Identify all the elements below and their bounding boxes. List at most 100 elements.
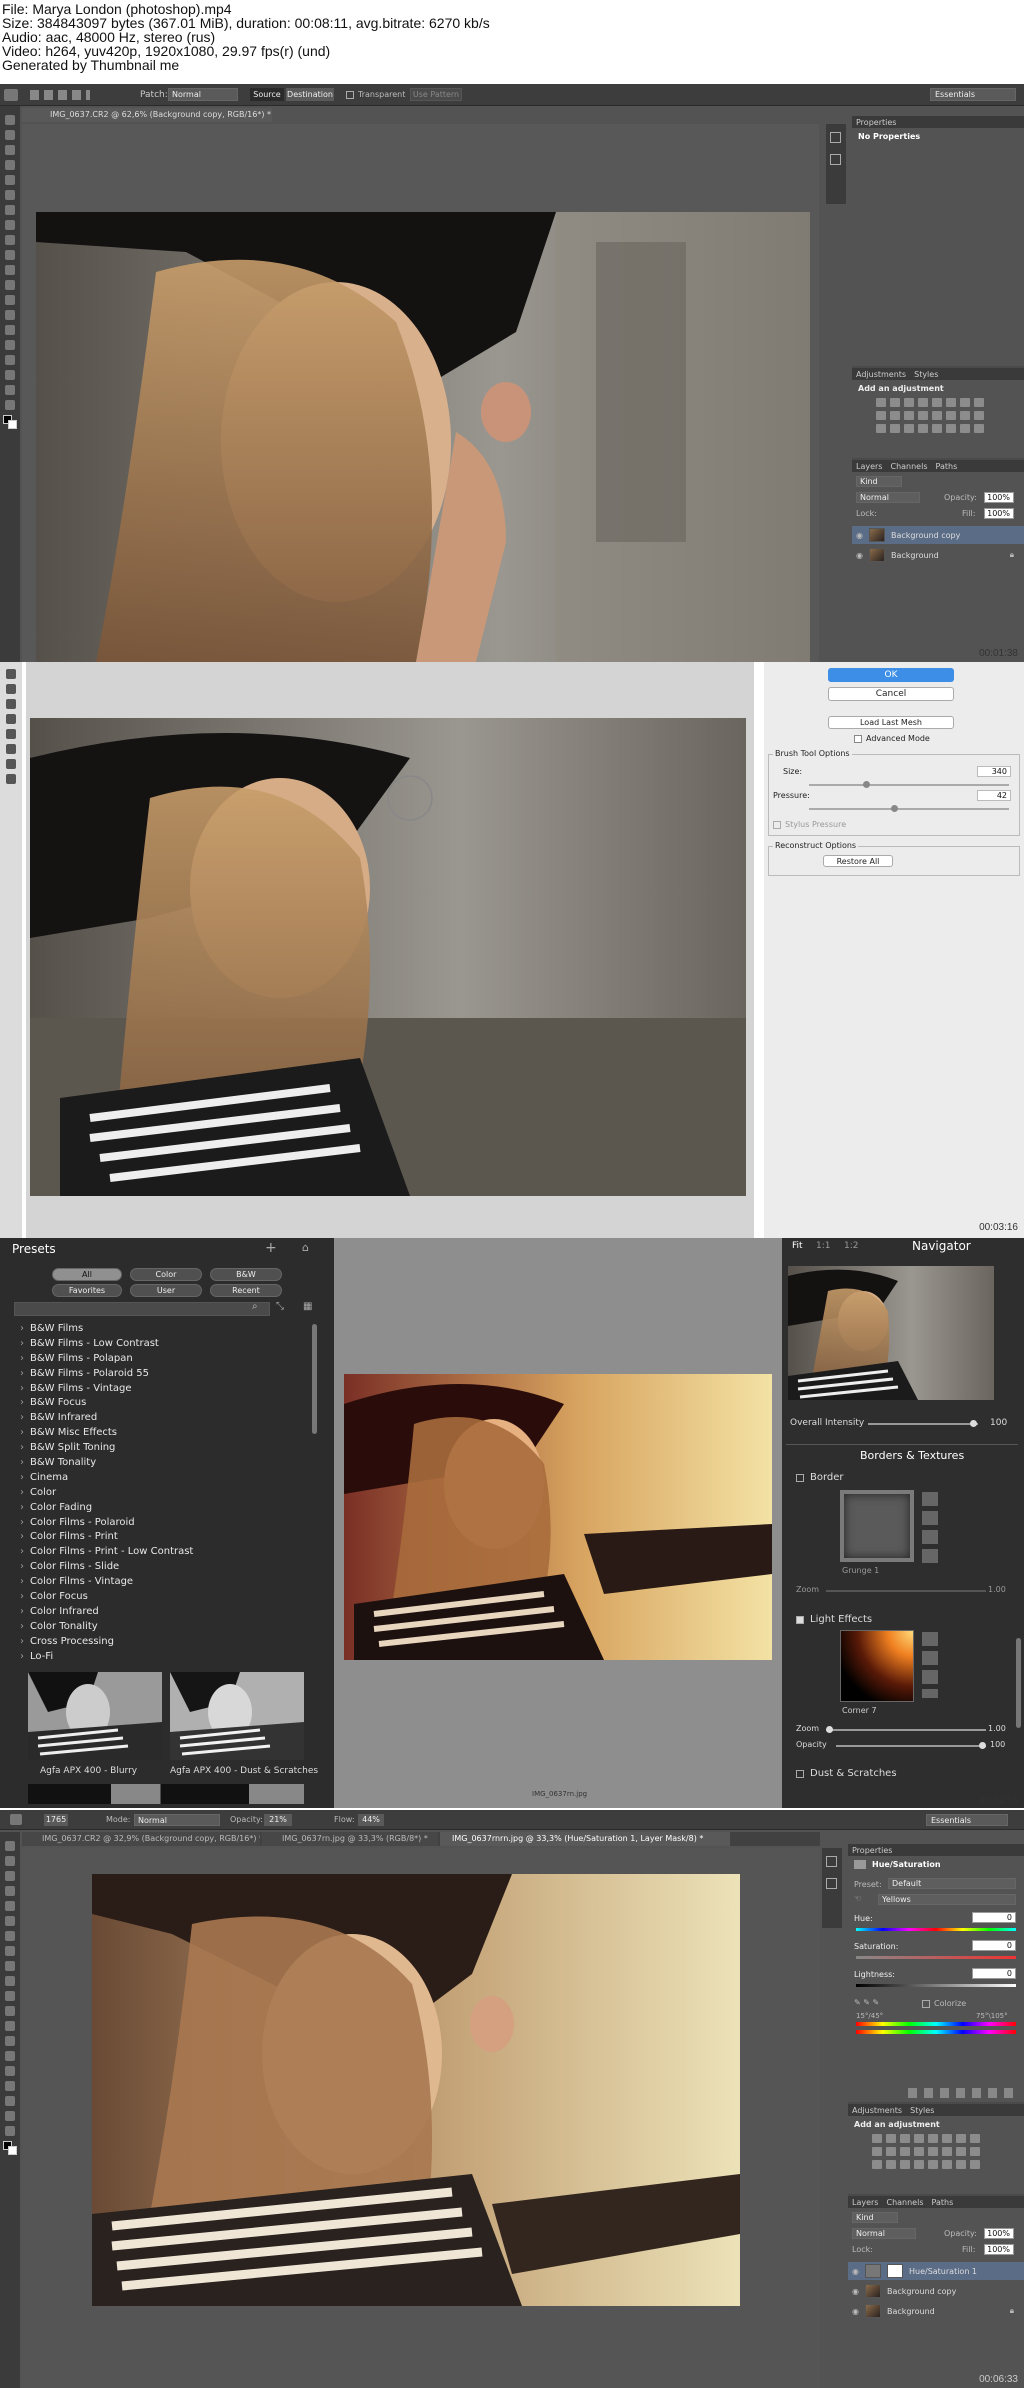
layer-row-background-copy[interactable]: ◉ Background copy xyxy=(852,526,1024,544)
size-slider[interactable] xyxy=(809,781,1009,788)
light-zoom-slider[interactable] xyxy=(826,1726,986,1733)
liquify-tools[interactable] xyxy=(0,662,22,1238)
layer-row-background-copy[interactable]: ◉ Background copy xyxy=(848,2282,1024,2300)
ok-button[interactable]: OK xyxy=(828,668,954,682)
home-icon[interactable]: ⌂ xyxy=(302,1241,309,1254)
canvas-area[interactable] xyxy=(22,1848,820,2388)
brush-size-field[interactable]: 1765 xyxy=(44,1814,68,1826)
preset-item[interactable]: Lo-Fi xyxy=(20,1650,310,1664)
filter-bw-button[interactable]: B&W xyxy=(210,1268,282,1281)
light-effect-tools[interactable] xyxy=(922,1632,938,1698)
adjustment-icons[interactable] xyxy=(876,398,984,433)
layers-tabs[interactable]: Layers Channels Paths xyxy=(848,2196,1024,2208)
preset-item[interactable]: B&W Films - Polapan xyxy=(20,1352,310,1367)
blend-mode-select[interactable]: Normal xyxy=(852,2228,916,2239)
preset-item[interactable]: Cinema xyxy=(20,1471,310,1486)
preset-item[interactable]: B&W Focus xyxy=(20,1396,310,1411)
patch-tool-icon[interactable] xyxy=(4,89,18,101)
pressure-slider[interactable] xyxy=(809,805,1009,812)
filter-user-button[interactable]: User xyxy=(130,1284,202,1297)
adjustment-icons[interactable] xyxy=(872,2134,980,2169)
zoom-1-2[interactable]: 1:2 xyxy=(844,1241,858,1251)
collapse-icon[interactable]: ⤡ xyxy=(276,1301,284,1312)
dock-icons[interactable] xyxy=(826,124,846,204)
search-icon[interactable]: ⌕ xyxy=(252,1301,258,1312)
add-preset-icon[interactable]: + xyxy=(265,1240,277,1256)
visibility-eye-icon[interactable]: ◉ xyxy=(856,551,863,560)
layer-kind-filter[interactable]: Kind xyxy=(856,476,902,487)
preset-item[interactable]: Cross Processing xyxy=(20,1635,310,1650)
preset-item[interactable]: Color Films - Print xyxy=(20,1530,310,1545)
layer-row-background[interactable]: ◉ Background 🔒︎ xyxy=(848,2302,1024,2320)
advanced-mode-checkbox[interactable] xyxy=(854,735,862,743)
preset-item[interactable]: B&W Infrared xyxy=(20,1411,310,1426)
liquify-photo[interactable] xyxy=(30,718,746,1196)
properties-icon[interactable] xyxy=(826,1878,837,1889)
channel-select[interactable]: Yellows xyxy=(878,1894,1016,1905)
workspace-select[interactable]: Essentials xyxy=(930,88,1016,101)
fill-field[interactable]: 100% xyxy=(984,2244,1014,2255)
preset-item[interactable]: B&W Films - Polaroid 55 xyxy=(20,1367,310,1382)
layers-tab[interactable]: Layers xyxy=(852,2198,878,2207)
filter-all-button[interactable]: All xyxy=(52,1268,122,1281)
border-tools[interactable] xyxy=(922,1492,938,1564)
dock-icons[interactable] xyxy=(822,1848,842,1928)
opacity-field[interactable]: 100% xyxy=(984,492,1014,503)
properties-tab[interactable]: Properties xyxy=(852,116,1024,128)
blend-mode-select[interactable]: Normal xyxy=(856,492,920,503)
layers-tab[interactable]: Layers xyxy=(856,462,882,471)
preset-item[interactable]: B&W Tonality xyxy=(20,1456,310,1471)
light-effect-preview[interactable] xyxy=(840,1630,914,1702)
filter-favorites-button[interactable]: Favorites xyxy=(52,1284,122,1297)
border-checkbox[interactable] xyxy=(796,1474,804,1482)
history-icon[interactable] xyxy=(826,1856,837,1867)
preset-list-scrollbar[interactable] xyxy=(312,1324,317,1434)
lightness-field[interactable]: 0 xyxy=(972,1968,1016,1979)
portrait-photo[interactable] xyxy=(36,212,810,662)
paths-tab[interactable]: Paths xyxy=(932,2198,954,2207)
tools-panel[interactable] xyxy=(0,1832,20,2388)
color-swatches[interactable] xyxy=(3,2141,17,2155)
preset-thumb-2[interactable] xyxy=(170,1672,304,1760)
preset-list[interactable]: B&W Films B&W Films - Low Contrast B&W F… xyxy=(20,1322,310,1664)
adjustments-tabs[interactable]: Adjustments Styles xyxy=(848,2104,1024,2116)
filter-color-button[interactable]: Color xyxy=(130,1268,202,1281)
colorize-checkbox[interactable] xyxy=(922,2000,930,2008)
preset-item[interactable]: Color Films - Print - Low Contrast xyxy=(20,1545,310,1560)
preset-item[interactable]: B&W Films xyxy=(20,1322,310,1337)
transparent-checkbox[interactable] xyxy=(346,91,354,99)
zoom-1-1[interactable]: 1:1 xyxy=(816,1241,830,1251)
visibility-eye-icon[interactable]: ◉ xyxy=(852,2287,859,2296)
properties-tab[interactable]: Properties xyxy=(848,1844,1024,1856)
tools-panel[interactable] xyxy=(0,106,20,662)
properties-icon[interactable] xyxy=(830,154,841,165)
preset-item[interactable]: B&W Split Toning xyxy=(20,1441,310,1456)
paths-tab[interactable]: Paths xyxy=(936,462,958,471)
lightness-slider[interactable] xyxy=(856,1984,1016,1987)
adjustments-tabs[interactable]: Adjustments Styles xyxy=(852,368,1024,380)
border-preview[interactable] xyxy=(840,1490,914,1562)
styles-tab[interactable]: Styles xyxy=(914,370,938,379)
layer-kind-filter[interactable]: Kind xyxy=(852,2212,898,2223)
canvas-area[interactable] xyxy=(22,124,819,662)
preset-item[interactable]: B&W Films - Low Contrast xyxy=(20,1337,310,1352)
preset-item[interactable]: Color Focus xyxy=(20,1590,310,1605)
dust-checkbox[interactable] xyxy=(796,1770,804,1778)
eyedropper-icons[interactable]: ✎ ✎ ✎ xyxy=(854,1998,879,2007)
preset-item[interactable]: B&W Films - Vintage xyxy=(20,1382,310,1397)
adjustments-tab[interactable]: Adjustments xyxy=(852,2106,902,2115)
hue-range-bar-top[interactable] xyxy=(856,2022,1016,2026)
preset-item[interactable]: Color Films - Slide xyxy=(20,1560,310,1575)
saturation-slider[interactable] xyxy=(856,1956,1016,1959)
grid-view-icon[interactable]: ▦ xyxy=(303,1301,312,1312)
visibility-eye-icon[interactable]: ◉ xyxy=(856,531,863,540)
filter-recent-button[interactable]: Recent xyxy=(210,1284,282,1297)
panel-footer-icons[interactable] xyxy=(908,2088,1018,2098)
preset-item[interactable]: B&W Misc Effects xyxy=(20,1426,310,1441)
preset-item[interactable]: Color Films - Polaroid xyxy=(20,1516,310,1531)
visibility-eye-icon[interactable]: ◉ xyxy=(852,2307,859,2316)
preset-item[interactable]: Color Fading xyxy=(20,1501,310,1516)
load-last-mesh-button[interactable]: Load Last Mesh xyxy=(828,716,954,729)
border-zoom-slider[interactable] xyxy=(826,1590,986,1592)
preset-item[interactable]: Color Films - Vintage xyxy=(20,1575,310,1590)
